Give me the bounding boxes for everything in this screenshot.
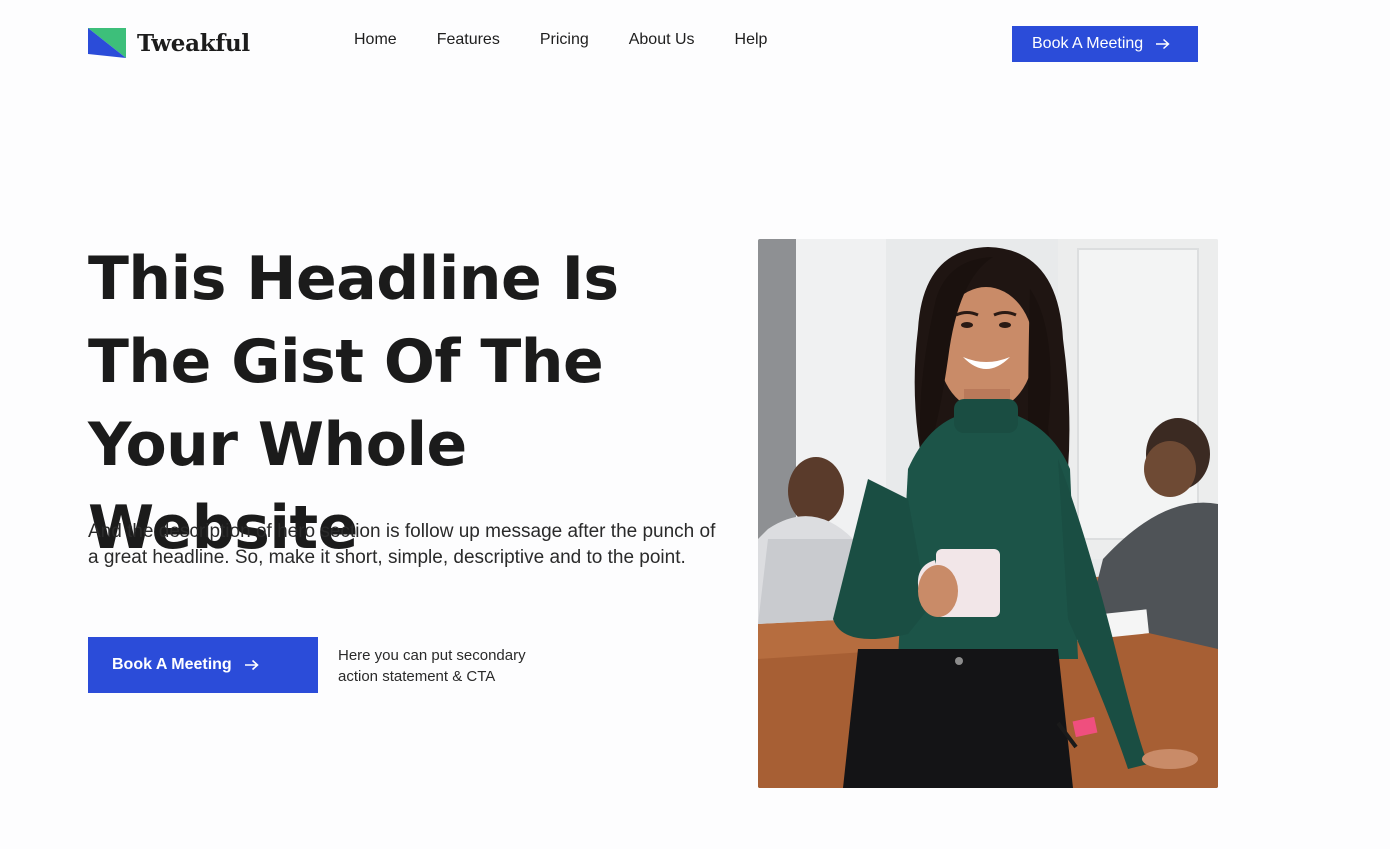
smiling-woman-holding-mug-photo <box>758 239 1218 788</box>
hero-book-meeting-label: Book A Meeting <box>112 656 232 673</box>
nav-item-pricing[interactable]: Pricing <box>540 31 589 49</box>
nav-item-features[interactable]: Features <box>437 31 500 49</box>
main-nav: Home Features Pricing About Us Help <box>354 31 807 49</box>
hero-book-meeting-button[interactable]: Book A Meeting <box>88 637 318 693</box>
arrow-right-icon <box>1156 38 1170 50</box>
triangle-flag-logo-icon <box>88 28 126 58</box>
nav-item-about-us[interactable]: About Us <box>629 31 695 49</box>
hero-description: And the description of hero section is f… <box>88 521 716 568</box>
nav-item-home[interactable]: Home <box>354 31 397 49</box>
brand-name: Tweakful <box>137 29 250 57</box>
nav-item-help[interactable]: Help <box>735 31 768 49</box>
header-book-meeting-button[interactable]: Book A Meeting <box>1012 26 1198 62</box>
hero-photo-illustration <box>758 239 1218 788</box>
logo[interactable]: Tweakful <box>88 28 250 58</box>
landing-page: Tweakful Home Features Pricing About Us … <box>0 0 1390 849</box>
header-book-meeting-label: Book A Meeting <box>1032 35 1144 52</box>
secondary-cta-text: Here you can put secondary action statem… <box>338 647 526 685</box>
arrow-right-icon <box>244 659 259 671</box>
